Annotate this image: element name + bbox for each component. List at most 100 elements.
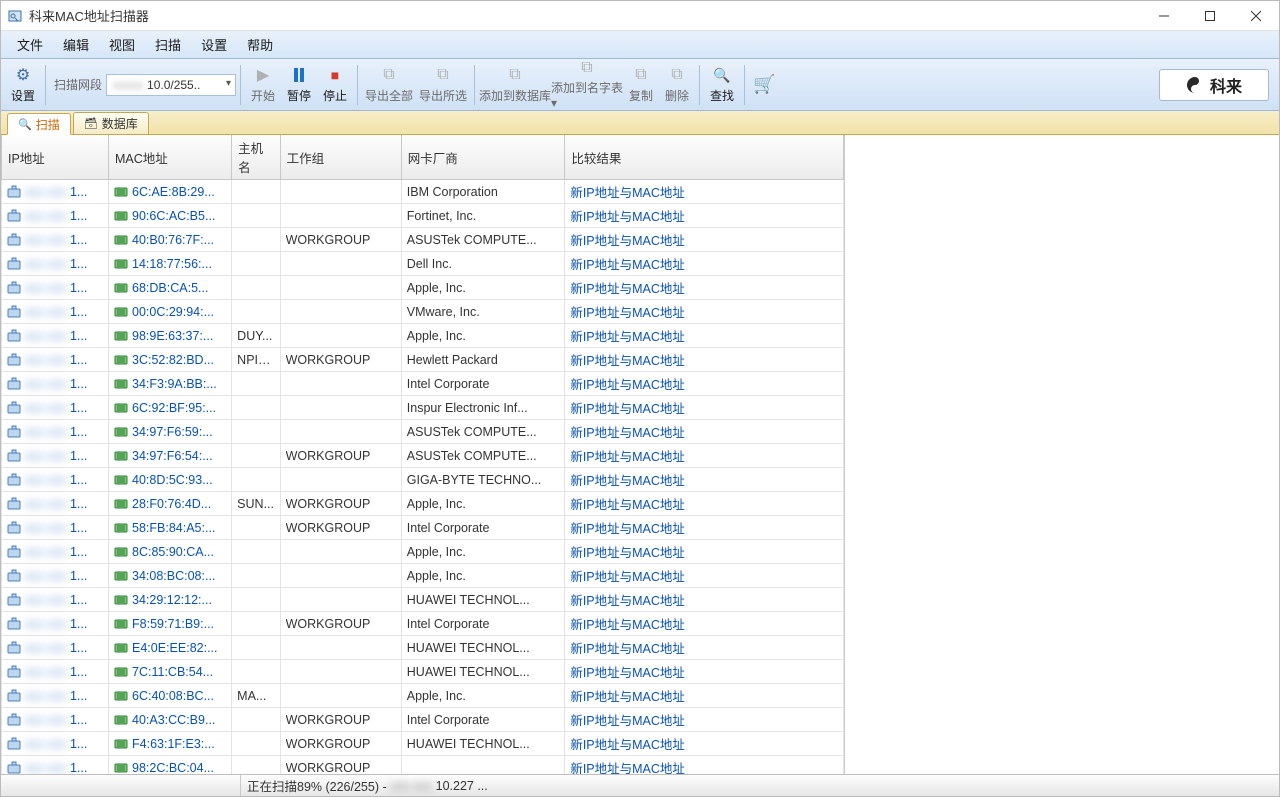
mac-cell: 40:A3:CC:B9... <box>132 713 215 727</box>
table-row[interactable]: xxx xxx1...40:B0:76:7F:...WORKGROUPASUST… <box>2 228 844 252</box>
host-cell: MA... <box>237 689 266 703</box>
pause-button[interactable]: 暂停 <box>281 61 317 109</box>
search-icon <box>713 65 730 85</box>
mac-cell: 98:9E:63:37:... <box>132 329 213 343</box>
status-progress: 正在扫描89% (226/255) - xxx xxx 10.227 ... <box>241 776 488 795</box>
table-row[interactable]: xxx xxx1...28:F0:76:4D...SUN...WORKGROUP… <box>2 492 844 516</box>
result-cell: 新IP地址与MAC地址 <box>570 590 685 609</box>
toolbar-settings-button[interactable]: 设置 <box>5 61 41 109</box>
workgroup-cell: WORKGROUP <box>286 521 371 535</box>
nic-icon <box>114 281 128 295</box>
vendor-cell: GIGA-BYTE TECHNO... <box>407 473 542 487</box>
table-row[interactable]: xxx xxx1...34:97:F6:54:...WORKGROUPASUST… <box>2 444 844 468</box>
tab-database[interactable]: 🗃数据库 <box>73 112 149 134</box>
stop-button[interactable]: 停止 <box>317 61 353 109</box>
ip-cell: 1... <box>70 185 87 199</box>
menu-edit[interactable]: 编辑 <box>53 32 99 57</box>
table-row[interactable]: xxx xxx1...6C:AE:8B:29...IBM Corporation… <box>2 180 844 204</box>
mac-cell: 7C:11:CB:54... <box>132 665 213 679</box>
table-row[interactable]: xxx xxx1...8C:85:90:CA...Apple, Inc.新IP地… <box>2 540 844 564</box>
table-row[interactable]: xxx xxx1...34:F3:9A:BB:...Intel Corporat… <box>2 372 844 396</box>
delete-button[interactable]: 删除 <box>659 61 695 109</box>
close-button[interactable] <box>1233 1 1279 31</box>
table-row[interactable]: xxx xxx1...34:97:F6:59:...ASUSTek COMPUT… <box>2 420 844 444</box>
host-icon <box>7 593 21 607</box>
table-row[interactable]: xxx xxx1...6C:92:BF:95:...Inspur Electro… <box>2 396 844 420</box>
find-button[interactable]: 查找 <box>704 61 740 109</box>
scan-range-dropdown[interactable]: xxxxx 10.0/255.. <box>106 74 236 96</box>
host-icon <box>7 569 21 583</box>
col-result[interactable]: 比较结果 <box>565 135 844 180</box>
vendor-cell: ASUSTek COMPUTE... <box>407 425 537 439</box>
ip-cell: 1... <box>70 497 87 511</box>
table-row[interactable]: xxx xxx1...34:29:12:12:...HUAWEI TECHNOL… <box>2 588 844 612</box>
table-row[interactable]: xxx xxx1...F8:59:71:B9:...WORKGROUPIntel… <box>2 612 844 636</box>
mac-cell: 90:6C:AC:B5... <box>132 209 215 223</box>
nic-icon <box>114 497 128 511</box>
result-cell: 新IP地址与MAC地址 <box>570 350 685 369</box>
minimize-button[interactable] <box>1141 1 1187 31</box>
vendor-cell: HUAWEI TECHNOL... <box>407 593 530 607</box>
scan-range-label: 扫描网段 <box>50 76 106 93</box>
add-to-namelist-button[interactable]: 添加到名字表▾ <box>551 61 623 109</box>
add-to-database-button[interactable]: 添加到数据库 <box>479 61 551 109</box>
host-icon <box>7 185 21 199</box>
table-row[interactable]: xxx xxx1...6C:40:08:BC...MA...Apple, Inc… <box>2 684 844 708</box>
menu-help[interactable]: 帮助 <box>237 32 283 57</box>
vendor-cell: Apple, Inc. <box>407 569 466 583</box>
table-row[interactable]: xxx xxx1...68:DB:CA:5...Apple, Inc.新IP地址… <box>2 276 844 300</box>
ip-cell: 1... <box>70 737 87 751</box>
export-selected-button[interactable]: 导出所选 <box>416 61 470 109</box>
host-icon <box>7 737 21 751</box>
copy-button[interactable]: 复制 <box>623 61 659 109</box>
start-button[interactable]: 开始 <box>245 61 281 109</box>
result-cell: 新IP地址与MAC地址 <box>570 470 685 489</box>
stop-icon <box>331 65 339 85</box>
mac-cell: 00:0C:29:94:... <box>132 305 214 319</box>
menu-scan[interactable]: 扫描 <box>145 32 191 57</box>
result-cell: 新IP地址与MAC地址 <box>570 374 685 393</box>
col-vendor[interactable]: 网卡厂商 <box>401 135 565 180</box>
host-icon <box>7 449 21 463</box>
table-row[interactable]: xxx xxx1...40:8D:5C:93...GIGA-BYTE TECHN… <box>2 468 844 492</box>
tab-scan[interactable]: 🔍扫描 <box>7 113 71 135</box>
ip-cell: 1... <box>70 713 87 727</box>
ip-cell: 1... <box>70 617 87 631</box>
host-cell: NPIB... <box>237 353 274 367</box>
menu-settings[interactable]: 设置 <box>191 32 237 57</box>
col-ip[interactable]: IP地址 <box>2 135 109 180</box>
table-row[interactable]: xxx xxx1...90:6C:AC:B5...Fortinet, Inc.新… <box>2 204 844 228</box>
export-all-button[interactable]: 导出全部 <box>362 61 416 109</box>
vendor-cell: ASUSTek COMPUTE... <box>407 449 537 463</box>
table-row[interactable]: xxx xxx1...7C:11:CB:54...HUAWEI TECHNOL.… <box>2 660 844 684</box>
table-row[interactable]: xxx xxx1...3C:52:82:BD...NPIB...WORKGROU… <box>2 348 844 372</box>
brand-text: 科来 <box>1210 73 1242 97</box>
table-row[interactable]: xxx xxx1...98:9E:63:37:...DUY...Apple, I… <box>2 324 844 348</box>
table-row[interactable]: xxx xxx1...F4:63:1F:E3:...WORKGROUPHUAWE… <box>2 732 844 756</box>
col-mac[interactable]: MAC地址 <box>109 135 232 180</box>
mac-cell: 6C:40:08:BC... <box>132 689 214 703</box>
list-icon <box>581 59 592 77</box>
vendor-cell: Apple, Inc. <box>407 281 466 295</box>
host-icon <box>7 473 21 487</box>
col-host[interactable]: 主机名 <box>232 135 280 180</box>
nic-icon <box>114 545 128 559</box>
table-row[interactable]: xxx xxx1...14:18:77:56:...Dell Inc.新IP地址… <box>2 252 844 276</box>
table-row[interactable]: xxx xxx1...98:2C:BC:04...WORKGROUP新IP地址与… <box>2 756 844 775</box>
menu-file[interactable]: 文件 <box>7 32 53 57</box>
table-row[interactable]: xxx xxx1...40:A3:CC:B9...WORKGROUPIntel … <box>2 708 844 732</box>
table-row[interactable]: xxx xxx1...58:FB:84:A5:...WORKGROUPIntel… <box>2 516 844 540</box>
workgroup-cell: WORKGROUP <box>286 713 371 727</box>
vendor-cell: Apple, Inc. <box>407 689 466 703</box>
toolbar: 设置 扫描网段 xxxxx 10.0/255.. 开始 暂停 停止 导出全部 导… <box>1 59 1279 111</box>
menu-view[interactable]: 视图 <box>99 32 145 57</box>
maximize-button[interactable] <box>1187 1 1233 31</box>
table-row[interactable]: xxx xxx1...00:0C:29:94:...VMware, Inc.新I… <box>2 300 844 324</box>
table-row[interactable]: xxx xxx1...34:08:BC:08:...Apple, Inc.新IP… <box>2 564 844 588</box>
brand-badge[interactable]: 科来 <box>1159 69 1269 101</box>
favorite-icon[interactable]: 🛒 <box>753 74 775 95</box>
results-table-scroll[interactable]: IP地址 MAC地址 主机名 工作组 网卡厂商 比较结果 xxx xxx1...… <box>1 135 845 774</box>
table-row[interactable]: xxx xxx1...E4:0E:EE:82:...HUAWEI TECHNOL… <box>2 636 844 660</box>
col-workgroup[interactable]: 工作组 <box>280 135 401 180</box>
ip-cell: 1... <box>70 545 87 559</box>
